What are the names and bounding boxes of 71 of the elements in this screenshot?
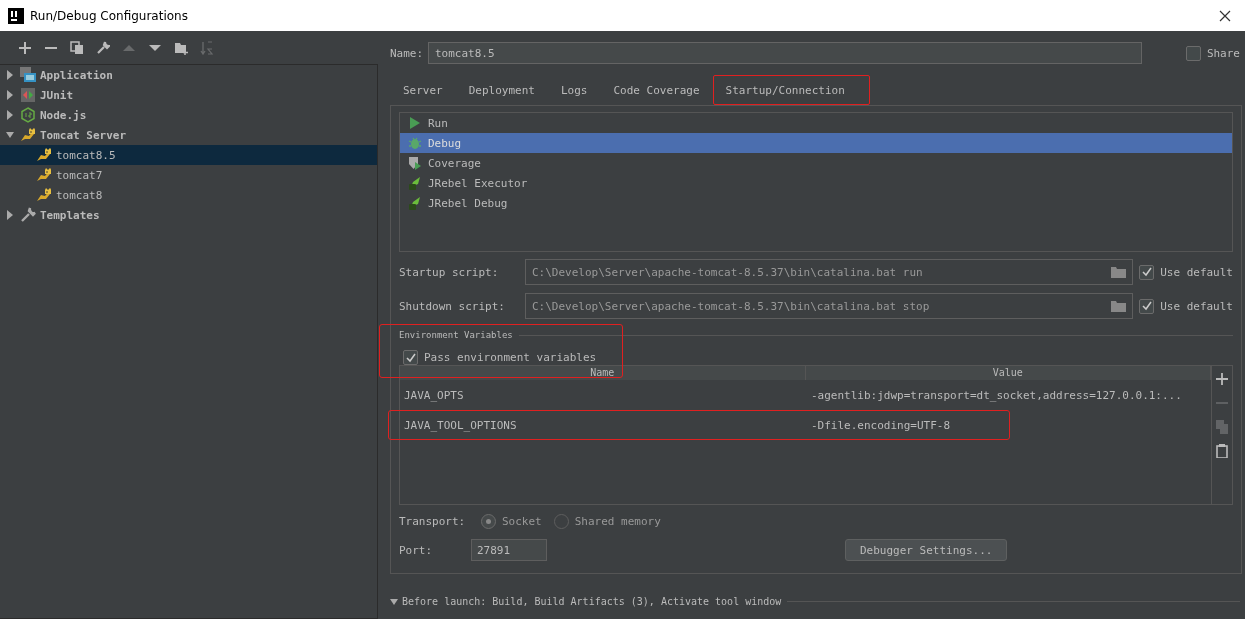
clipboard-icon[interactable] — [1216, 444, 1228, 458]
cat-icon — [20, 127, 36, 143]
checkmark-icon — [1141, 267, 1152, 277]
close-icon[interactable] — [1219, 9, 1231, 22]
port-label: Port: — [399, 543, 434, 557]
table-cell-text: JAVA_TOOL_OPTIONS — [403, 418, 518, 432]
wrench-icon — [20, 207, 36, 223]
tab[interactable]: Deployment — [455, 75, 548, 105]
checkmark-icon — [405, 352, 416, 363]
add-icon[interactable] — [18, 40, 32, 55]
wrench-icon[interactable] — [96, 40, 110, 55]
new-folder-icon[interactable] — [174, 40, 188, 55]
checkmark-icon — [1141, 301, 1152, 311]
script-label: Shutdown script: — [399, 299, 506, 313]
tree-item[interactable]: JUnit — [0, 85, 377, 105]
rocket-icon — [408, 176, 422, 190]
name-field[interactable]: tomcat8.5 — [428, 42, 1142, 64]
cat-icon — [36, 167, 52, 183]
section-title: Environment Variables — [399, 330, 513, 340]
tab[interactable]: Server — [390, 75, 456, 105]
tree-item[interactable]: tomcat8 — [0, 185, 377, 205]
table-cell-text: JAVA_OPTS — [403, 388, 465, 402]
shield-icon — [408, 156, 422, 170]
table-cell-text: -Dfile.encoding=UTF-8 — [810, 418, 952, 432]
tab[interactable]: Startup/Connection — [712, 75, 870, 105]
folder-icon[interactable] — [1111, 266, 1127, 278]
script-label: Startup script: — [399, 265, 500, 279]
column-header[interactable]: Value — [805, 366, 1211, 380]
list-item[interactable]: Coverage — [400, 153, 1232, 173]
expand-arrow-icon[interactable] — [6, 210, 14, 220]
play-icon — [408, 116, 422, 130]
list-item[interactable]: Debug — [400, 133, 1232, 153]
tab[interactable]: Code Coverage — [600, 75, 713, 105]
share-checkbox[interactable]: Share — [1185, 45, 1240, 61]
test-icon — [20, 87, 36, 103]
transport-label: Transport: — [399, 514, 467, 528]
radio-button[interactable] — [481, 513, 496, 529]
radio-label[interactable]: Socket — [502, 514, 542, 528]
before-launch-toggle[interactable]: Before launch: Build, Build Artifacts (3), Activate tool window — [390, 596, 782, 607]
tree-item[interactable]: tomcat8.5 — [0, 145, 377, 165]
table-cell-text: -agentlib:jdwp=transport=dt_socket,address=127.0.0.1:... — [810, 388, 1183, 402]
script-path-field[interactable]: C:\Develop\Server\apache-tomcat-8.5.37\bin\catalina.bat stop — [525, 293, 1134, 319]
tab[interactable]: Logs — [548, 75, 601, 105]
pass-environment-checkbox[interactable]: Pass environment variables — [399, 350, 1233, 365]
tree-item[interactable]: Application — [0, 65, 377, 85]
rocket-icon — [408, 196, 422, 210]
app-logo-icon — [8, 7, 24, 24]
list-item[interactable]: JRebel Executor — [400, 173, 1232, 193]
use-default-checkbox[interactable]: Use default — [1139, 264, 1233, 280]
tree-item[interactable]: Tomcat Server — [0, 125, 377, 145]
copy-icon[interactable] — [70, 40, 84, 55]
cat-icon — [36, 187, 52, 203]
caret-icon — [390, 597, 398, 606]
port-field[interactable]: 27891 — [471, 539, 547, 561]
add-icon[interactable] — [1216, 372, 1228, 386]
list-item[interactable]: Run — [400, 113, 1232, 133]
hexagon-icon — [20, 107, 36, 123]
folder-icon[interactable] — [1111, 300, 1127, 312]
list-item[interactable]: JRebel Debug — [400, 193, 1232, 213]
bug-icon — [408, 136, 422, 150]
window-icon — [20, 67, 36, 83]
radio-label[interactable]: Shared memory — [574, 514, 661, 528]
tree-item[interactable]: Node.js — [0, 105, 377, 125]
column-header[interactable]: Name — [400, 366, 806, 380]
use-default-checkbox[interactable]: Use default — [1139, 298, 1233, 314]
window-title: Run/Debug Configurations — [30, 8, 189, 23]
tree-item[interactable]: tomcat7 — [0, 165, 377, 185]
debugger-settings-button[interactable]: Debugger Settings... — [845, 539, 1008, 561]
cat-icon — [36, 147, 52, 163]
script-path-field[interactable]: C:\Develop\Server\apache-tomcat-8.5.37\bin\catalina.bat run — [525, 259, 1134, 285]
tree-item[interactable]: Templates — [0, 205, 377, 225]
